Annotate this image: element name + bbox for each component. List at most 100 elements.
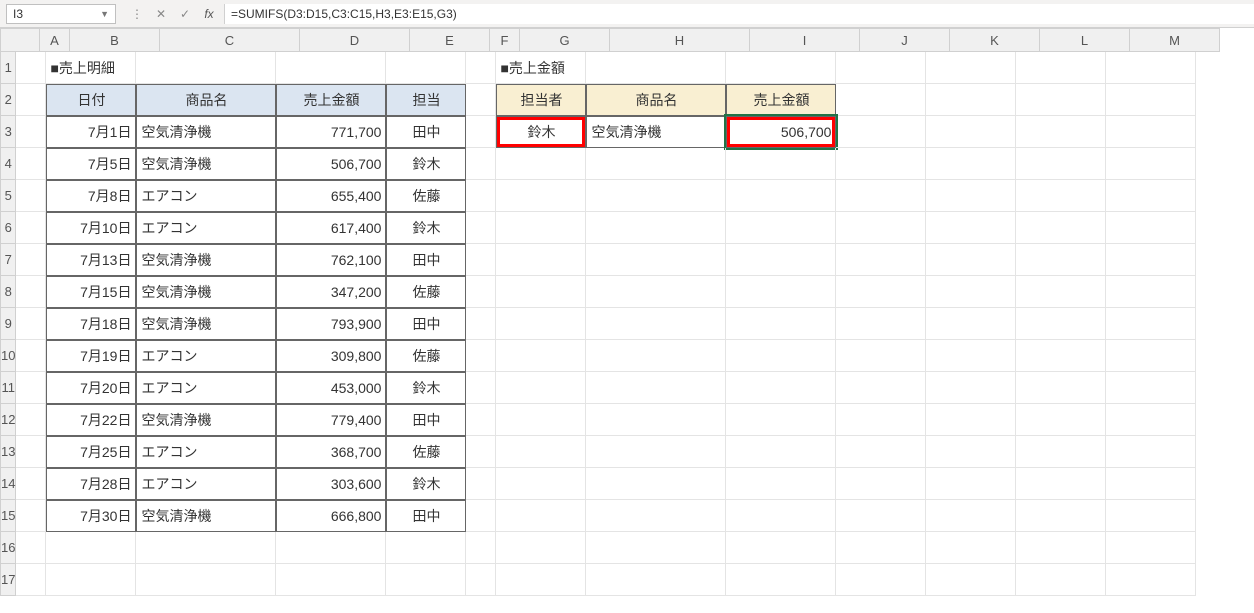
- cell-F13[interactable]: [466, 436, 496, 468]
- cell-L11[interactable]: [1016, 372, 1106, 404]
- cell-M1[interactable]: [1106, 52, 1196, 84]
- cell-K3[interactable]: [926, 116, 1016, 148]
- cell-B12[interactable]: 7月22日: [46, 404, 136, 436]
- cell-K8[interactable]: [926, 276, 1016, 308]
- cell-C7[interactable]: 空気清浄機: [136, 244, 276, 276]
- cell-A14[interactable]: [16, 468, 46, 500]
- chevron-down-icon[interactable]: ▼: [100, 9, 109, 19]
- cell-I17[interactable]: [726, 564, 836, 596]
- formula-input[interactable]: =SUMIFS(D3:D15,C3:C15,H3,E3:E15,G3): [224, 4, 1254, 24]
- cell-M4[interactable]: [1106, 148, 1196, 180]
- cell-I14[interactable]: [726, 468, 836, 500]
- cell-C8[interactable]: 空気清浄機: [136, 276, 276, 308]
- cell-G7[interactable]: [496, 244, 586, 276]
- cell-F16[interactable]: [466, 532, 496, 564]
- cell-A4[interactable]: [16, 148, 46, 180]
- cell-D5[interactable]: 655,400: [276, 180, 386, 212]
- cell-J6[interactable]: [836, 212, 926, 244]
- name-box[interactable]: I3 ▼: [6, 4, 116, 24]
- cell-C6[interactable]: エアコン: [136, 212, 276, 244]
- cell-G5[interactable]: [496, 180, 586, 212]
- cell-J17[interactable]: [836, 564, 926, 596]
- cell-F15[interactable]: [466, 500, 496, 532]
- cell-M3[interactable]: [1106, 116, 1196, 148]
- cell-H12[interactable]: [586, 404, 726, 436]
- cell-D6[interactable]: 617,400: [276, 212, 386, 244]
- cell-C4[interactable]: 空気清浄機: [136, 148, 276, 180]
- cell-E8[interactable]: 佐藤: [386, 276, 466, 308]
- row-header-4[interactable]: 4: [0, 148, 16, 180]
- col-header-K[interactable]: K: [950, 28, 1040, 52]
- cell-B7[interactable]: 7月13日: [46, 244, 136, 276]
- enter-icon[interactable]: ✓: [178, 7, 192, 21]
- cell-L2[interactable]: [1016, 84, 1106, 116]
- cell-F6[interactable]: [466, 212, 496, 244]
- cell-J4[interactable]: [836, 148, 926, 180]
- row-header-11[interactable]: 11: [0, 372, 16, 404]
- col-header-A[interactable]: A: [40, 28, 70, 52]
- cell-E12[interactable]: 田中: [386, 404, 466, 436]
- cell-L7[interactable]: [1016, 244, 1106, 276]
- cell-K2[interactable]: [926, 84, 1016, 116]
- cell-L16[interactable]: [1016, 532, 1106, 564]
- col-header-J[interactable]: J: [860, 28, 950, 52]
- cell-B15[interactable]: 7月30日: [46, 500, 136, 532]
- cell-E17[interactable]: [386, 564, 466, 596]
- row-header-17[interactable]: 17: [0, 564, 16, 596]
- cell-J11[interactable]: [836, 372, 926, 404]
- col-header-E[interactable]: E: [410, 28, 490, 52]
- dropdown-icon[interactable]: ⋮: [130, 7, 144, 21]
- cell-H10[interactable]: [586, 340, 726, 372]
- cell-M2[interactable]: [1106, 84, 1196, 116]
- cell-M11[interactable]: [1106, 372, 1196, 404]
- cell-A1[interactable]: [16, 52, 46, 84]
- row-header-3[interactable]: 3: [0, 116, 16, 148]
- cell-C17[interactable]: [136, 564, 276, 596]
- fx-icon[interactable]: fx: [202, 7, 216, 21]
- cell-E3[interactable]: 田中: [386, 116, 466, 148]
- cell-M16[interactable]: [1106, 532, 1196, 564]
- cell-D15[interactable]: 666,800: [276, 500, 386, 532]
- cell-M12[interactable]: [1106, 404, 1196, 436]
- cell-I8[interactable]: [726, 276, 836, 308]
- cell-K9[interactable]: [926, 308, 1016, 340]
- cell-E2[interactable]: 担当: [386, 84, 466, 116]
- cell-A13[interactable]: [16, 436, 46, 468]
- row-header-15[interactable]: 15: [0, 500, 16, 532]
- row-header-13[interactable]: 13: [0, 436, 16, 468]
- cell-M6[interactable]: [1106, 212, 1196, 244]
- cell-A3[interactable]: [16, 116, 46, 148]
- cell-B8[interactable]: 7月15日: [46, 276, 136, 308]
- cell-D14[interactable]: 303,600: [276, 468, 386, 500]
- cell-H9[interactable]: [586, 308, 726, 340]
- col-header-D[interactable]: D: [300, 28, 410, 52]
- cell-B9[interactable]: 7月18日: [46, 308, 136, 340]
- cell-G14[interactable]: [496, 468, 586, 500]
- cell-C2[interactable]: 商品名: [136, 84, 276, 116]
- cell-L10[interactable]: [1016, 340, 1106, 372]
- cell-H2[interactable]: 商品名: [586, 84, 726, 116]
- cell-C9[interactable]: 空気清浄機: [136, 308, 276, 340]
- cell-A17[interactable]: [16, 564, 46, 596]
- cell-F12[interactable]: [466, 404, 496, 436]
- cell-I11[interactable]: [726, 372, 836, 404]
- cell-G12[interactable]: [496, 404, 586, 436]
- cell-L6[interactable]: [1016, 212, 1106, 244]
- cell-H8[interactable]: [586, 276, 726, 308]
- cell-I15[interactable]: [726, 500, 836, 532]
- cell-M10[interactable]: [1106, 340, 1196, 372]
- row-header-7[interactable]: 7: [0, 244, 16, 276]
- cell-J13[interactable]: [836, 436, 926, 468]
- cell-I5[interactable]: [726, 180, 836, 212]
- row-header-10[interactable]: 10: [0, 340, 16, 372]
- cell-J1[interactable]: [836, 52, 926, 84]
- cell-J12[interactable]: [836, 404, 926, 436]
- cell-C12[interactable]: 空気清浄機: [136, 404, 276, 436]
- cell-D10[interactable]: 309,800: [276, 340, 386, 372]
- row-header-1[interactable]: 1: [0, 52, 16, 84]
- cell-A6[interactable]: [16, 212, 46, 244]
- cell-D7[interactable]: 762,100: [276, 244, 386, 276]
- cell-G4[interactable]: [496, 148, 586, 180]
- cell-I6[interactable]: [726, 212, 836, 244]
- cell-A10[interactable]: [16, 340, 46, 372]
